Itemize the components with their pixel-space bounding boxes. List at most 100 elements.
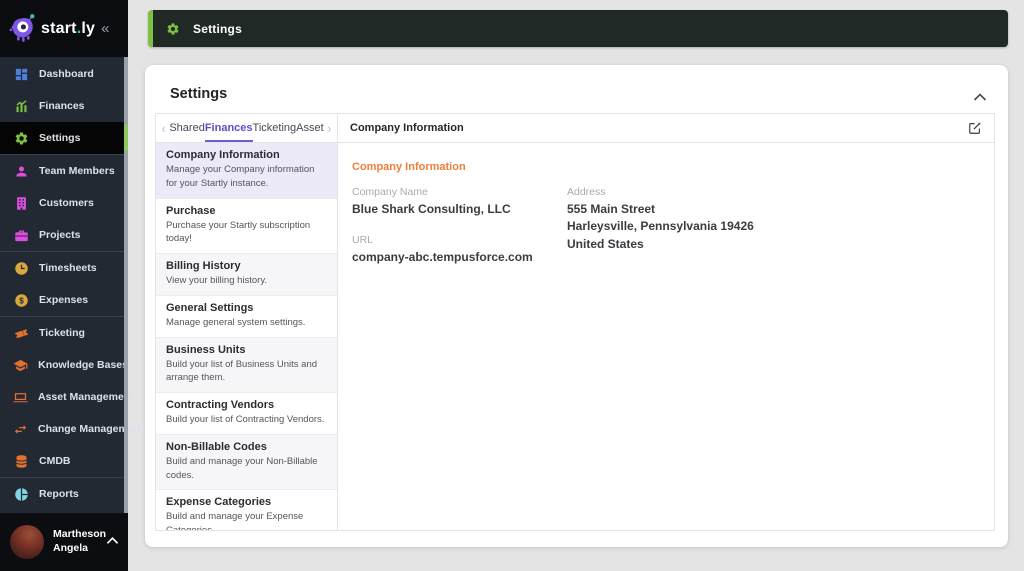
page-title: Settings <box>193 21 242 36</box>
list-item-purchase[interactable]: Purchase Purchase your Startly subscript… <box>156 198 337 255</box>
tab-ticketing[interactable]: Ticketing <box>253 114 297 142</box>
user-name: Martheson Angela <box>53 528 107 554</box>
sidebar-item-expenses[interactable]: $ Expenses <box>0 284 128 316</box>
list-item-title: Billing History <box>166 260 241 273</box>
section-heading: Company Information <box>352 161 466 173</box>
sidebar-item-asset-management[interactable]: Asset Management <box>0 381 134 413</box>
avatar <box>10 525 44 559</box>
collapse-card-icon[interactable] <box>974 88 986 106</box>
sidebar-item-label: Reports <box>39 488 79 500</box>
company-name-field: Company Name Blue Shark Consulting, LLC <box>352 186 567 218</box>
company-name-label: Company Name <box>352 186 428 198</box>
list-item-general-settings[interactable]: General Settings Manage general system s… <box>156 295 337 338</box>
list-item-company-information[interactable]: Company Information Manage your Company … <box>156 143 337 199</box>
address-line3: United States <box>567 236 644 251</box>
list-item-desc: Manage your Company information for your… <box>166 164 315 189</box>
sidebar-item-knowledge-bases[interactable]: Knowledge Bases <box>0 349 128 381</box>
list-item-desc: Build your list of Business Units and ar… <box>166 358 318 384</box>
gear-icon <box>13 130 29 146</box>
list-item-business-units[interactable]: Business Units Build your list of Busine… <box>156 337 337 394</box>
ticket-icon <box>13 325 29 341</box>
sidebar: start.ly « Dashboard Finances Settings T… <box>0 0 144 571</box>
svg-text:$: $ <box>19 296 24 305</box>
url-field: URL company-abc.tempusforce.com <box>352 234 567 266</box>
panel-header-title: Company Information <box>350 122 464 134</box>
list-item-expense-categories[interactable]: Expense Categories Build and manage your… <box>156 490 337 530</box>
address-label: Address <box>567 186 606 198</box>
sidebar-item-label: Dashboard <box>39 68 94 80</box>
dollar-circle-icon: $ <box>13 292 29 308</box>
sidebar-item-label: Settings <box>39 132 81 144</box>
list-item-desc: View your billing history. <box>166 275 268 287</box>
list-item-title: General Settings <box>166 301 254 314</box>
edit-icon[interactable] <box>968 121 982 135</box>
tab-finances[interactable]: Finances <box>204 114 253 142</box>
briefcase-icon <box>13 227 29 243</box>
list-item-title: Business Units <box>166 343 246 356</box>
building-icon <box>13 195 29 211</box>
bar-chart-icon <box>13 98 29 114</box>
sidebar-item-team-members[interactable]: Team Members <box>0 155 128 187</box>
sidebar-item-customers[interactable]: Customers <box>0 187 128 219</box>
person-icon <box>13 163 29 179</box>
sidebar-item-ticketing[interactable]: Ticketing <box>0 317 128 349</box>
sidebar-nav: Dashboard Finances Settings Team Members <box>0 57 144 513</box>
settings-nav-column: ‹ Shared Finances Ticketing Asset › Comp… <box>156 114 338 530</box>
list-item-title: Contracting Vendors <box>166 399 275 412</box>
settings-card: Settings ‹ Shared Finances Ticketing Ass… <box>145 65 1008 547</box>
logo-text: start.ly <box>41 19 96 37</box>
address-line1: 555 Main Street <box>567 202 656 216</box>
list-item-title: Expense Categories <box>166 496 272 509</box>
pie-chart-icon <box>13 486 29 502</box>
settings-inner-box: ‹ Shared Finances Ticketing Asset › Comp… <box>155 113 995 531</box>
tab-asset[interactable]: Asset <box>296 114 324 142</box>
tabs-next-icon[interactable]: › <box>327 122 332 135</box>
logo-area: start.ly « <box>0 0 128 57</box>
dashboard-icon <box>13 66 29 82</box>
sidebar-item-settings[interactable]: Settings <box>0 122 128 154</box>
sidebar-item-dashboard[interactable]: Dashboard <box>0 58 128 90</box>
left-fields-column: Company Name Blue Shark Consulting, LLC … <box>352 186 567 283</box>
address-line2: Harleysville, Pennsylvania 19426 <box>567 219 754 234</box>
panel-header: Company Information <box>338 114 994 143</box>
sidebar-item-label: Knowledge Bases <box>38 359 128 371</box>
sidebar-item-label: Customers <box>39 197 94 209</box>
company-name-value: Blue Shark Consulting, LLC <box>352 202 511 216</box>
sidebar-item-finances[interactable]: Finances <box>0 90 128 122</box>
list-item-title: Purchase <box>166 204 216 217</box>
sidebar-item-label: Asset Management <box>38 391 134 403</box>
list-item-desc: Purchase your Startly subscription today… <box>166 219 311 245</box>
list-item-title: Non-Billable Codes <box>166 440 267 453</box>
sidebar-item-label: Finances <box>39 100 85 112</box>
sidebar-item-timesheets[interactable]: Timesheets <box>0 252 128 284</box>
clock-icon <box>13 260 29 276</box>
sidebar-item-projects[interactable]: Projects <box>0 219 128 251</box>
list-item-desc: Build and manage your Non-Billable codes… <box>166 455 318 481</box>
user-menu[interactable]: Martheson Angela <box>0 513 128 571</box>
sidebar-collapse-icon[interactable]: « <box>101 20 109 37</box>
graduation-cap-icon <box>13 357 28 373</box>
sidebar-item-label: Ticketing <box>39 327 85 339</box>
list-item-desc: Manage general system settings. <box>166 316 306 328</box>
sidebar-item-reports[interactable]: Reports <box>0 478 128 510</box>
card-title: Settings <box>170 86 228 102</box>
main-area: Settings Settings ‹ Shared Finances Tick… <box>128 0 1024 571</box>
database-icon <box>13 453 29 469</box>
sidebar-item-label: Timesheets <box>39 262 97 274</box>
chevron-up-icon <box>107 533 118 551</box>
tab-shared[interactable]: Shared <box>169 114 204 142</box>
company-information-panel: Company Information Company Information … <box>338 114 994 530</box>
list-item-title: Company Information <box>166 149 280 161</box>
sidebar-item-label: Projects <box>39 229 81 241</box>
list-item-billing-history[interactable]: Billing History View your billing histor… <box>156 254 337 296</box>
list-item-desc: Build and manage your Expense Categories… <box>166 511 304 530</box>
swap-arrows-icon <box>13 421 28 437</box>
url-label: URL <box>352 234 374 247</box>
settings-list: Company Information Manage your Company … <box>156 143 337 530</box>
sidebar-item-label: Expenses <box>39 294 89 306</box>
list-item-contracting-vendors[interactable]: Contracting Vendors Build your list of C… <box>156 393 337 435</box>
sidebar-item-change-management[interactable]: Change Management <box>0 413 144 445</box>
list-item-non-billable-codes[interactable]: Non-Billable Codes Build and manage your… <box>156 434 337 491</box>
sidebar-item-cmdb[interactable]: CMDB <box>0 445 128 477</box>
laptop-icon <box>13 389 28 405</box>
